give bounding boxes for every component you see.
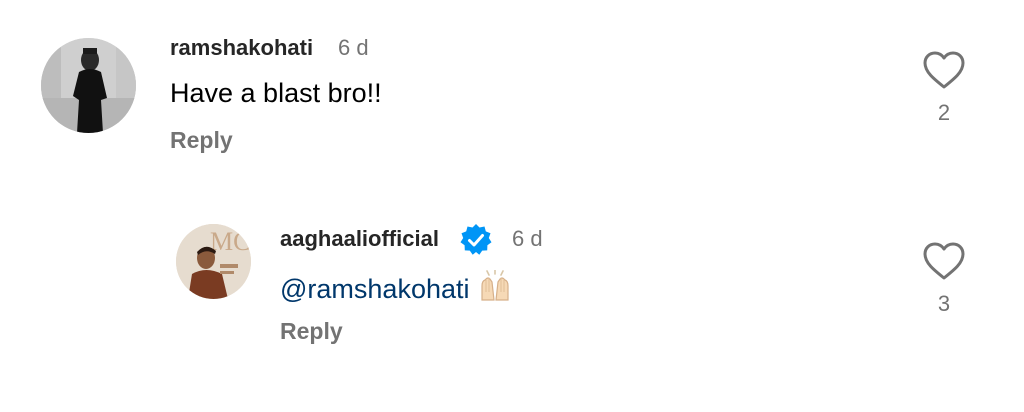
like-button[interactable]: 2 — [922, 50, 966, 126]
reply-text: @ramshakohati — [280, 269, 512, 309]
avatar-photo: MC — [176, 224, 251, 299]
avatar[interactable] — [41, 38, 136, 133]
svg-text:MC: MC — [210, 227, 250, 256]
comment-timestamp: 6 d — [338, 35, 369, 60]
comments-panel: ramshakohati 6 d Have a blast bro!! Repl… — [0, 0, 1024, 412]
like-count: 2 — [937, 100, 951, 125]
raised-hands-icon — [478, 269, 512, 309]
reply-button[interactable]: Reply — [170, 127, 233, 154]
reply-timestamp: 6 d — [512, 226, 543, 251]
verified-badge-icon — [460, 224, 492, 255]
heart-icon — [923, 51, 965, 89]
heart-icon — [923, 242, 965, 280]
comment-text: Have a blast bro!! — [170, 78, 382, 108]
reply-button[interactable]: Reply — [280, 318, 343, 345]
comment-username[interactable]: ramshakohati — [170, 35, 313, 61]
like-count: 3 — [937, 291, 951, 316]
reply-username[interactable]: aaghaaliofficial — [280, 226, 439, 252]
like-button[interactable]: 3 — [922, 241, 966, 317]
reply-avatar[interactable]: MC — [176, 224, 251, 299]
avatar-photo — [41, 38, 136, 133]
mention-link[interactable]: @ramshakohati — [280, 274, 470, 304]
